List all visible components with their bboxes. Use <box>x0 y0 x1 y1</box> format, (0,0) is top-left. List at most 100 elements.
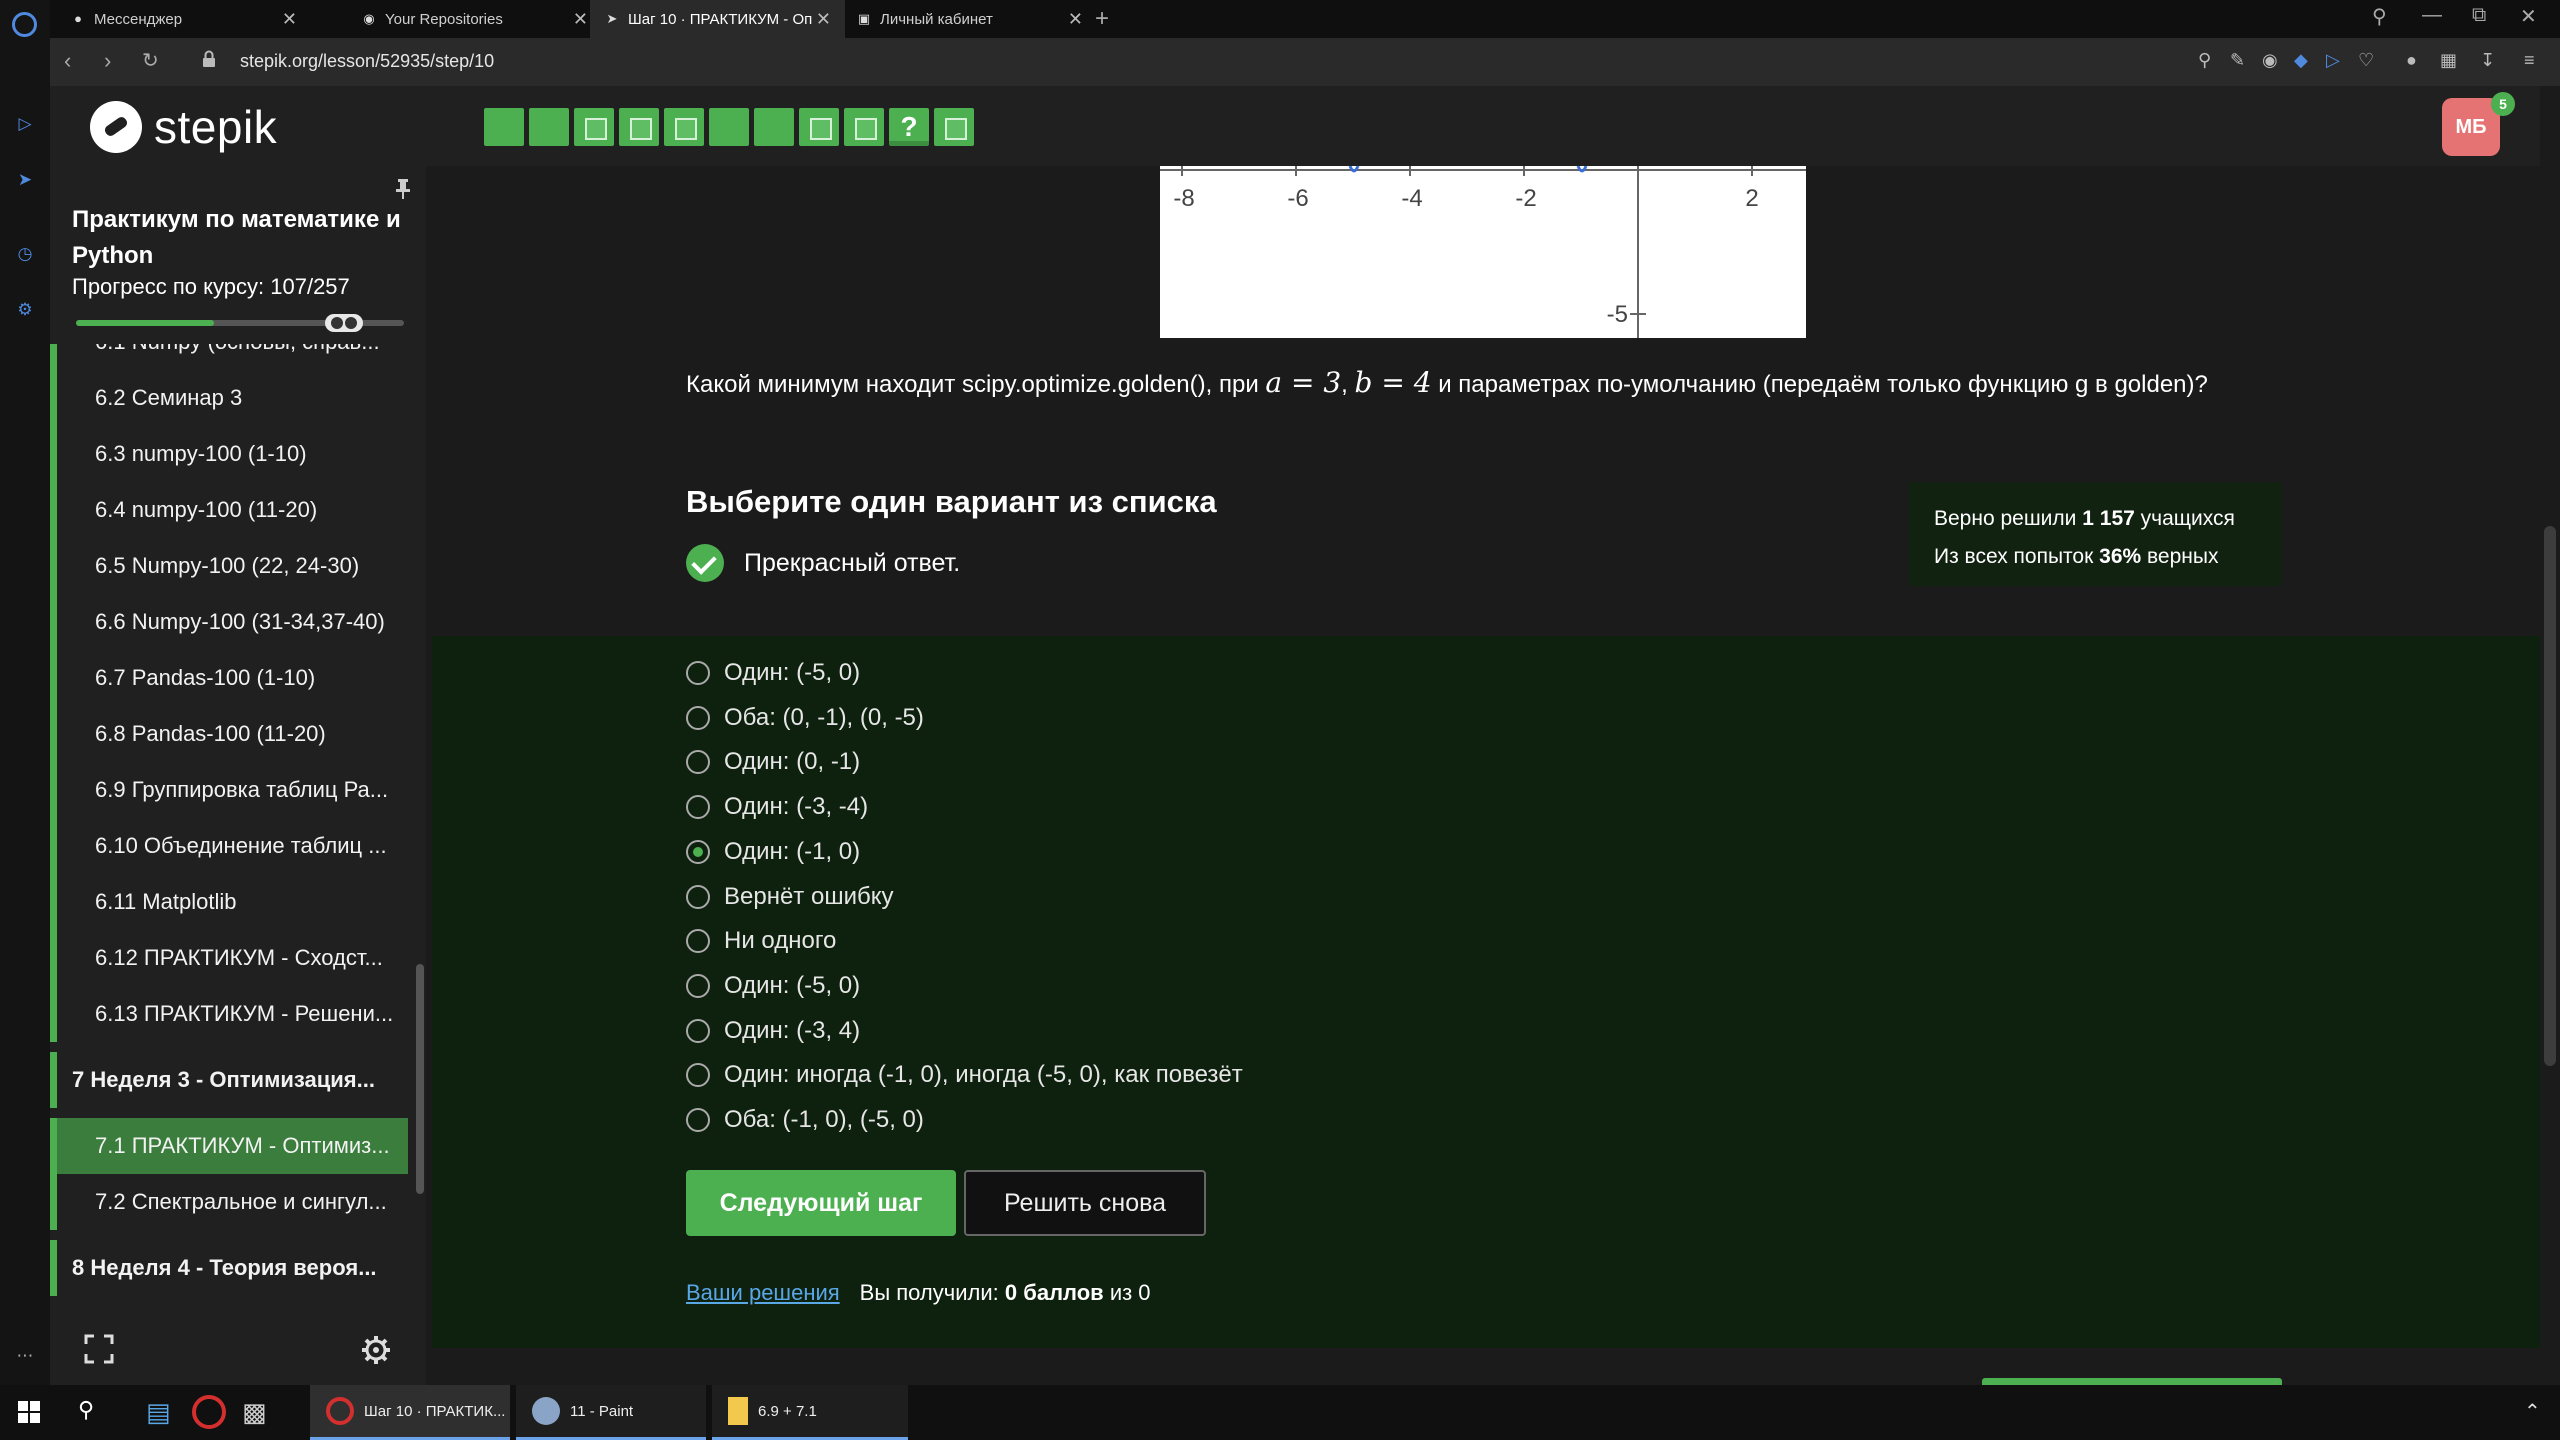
new-tab-button[interactable]: + <box>1095 5 1109 33</box>
tab-github[interactable]: ◉ Your Repositories ✕ <box>347 0 602 38</box>
radio-button[interactable] <box>686 884 710 909</box>
sidebar-lesson-item[interactable]: 7.1 ПРАКТИКУМ - Оптимиз... <box>50 1118 408 1174</box>
send-icon[interactable]: ➤ <box>15 170 35 190</box>
page-scrollbar[interactable] <box>2540 166 2560 1385</box>
sidebar-module-item[interactable]: 7 Неделя 3 - Оптимизация... <box>50 1052 408 1108</box>
settings-icon[interactable]: ⚙ <box>15 300 35 320</box>
radio-button[interactable] <box>686 795 710 820</box>
close-tab-icon[interactable]: ✕ <box>573 9 588 30</box>
answer-option[interactable]: Один: (-5, 0) <box>686 658 860 688</box>
sidebar-lesson-item[interactable]: 6.2 Семинар 3 <box>50 370 408 426</box>
radio-button-checked[interactable] <box>686 839 710 864</box>
radio-button[interactable] <box>686 1018 710 1043</box>
taskbar-opera-window[interactable]: Шаг 10 · ПРАКТИК... <box>310 1385 510 1440</box>
radio-button[interactable] <box>686 750 710 775</box>
download-icon[interactable]: ↧ <box>2480 50 2495 71</box>
radio-button[interactable] <box>686 1063 710 1088</box>
settings-gear-icon[interactable] <box>360 1334 392 1366</box>
opera-logo-icon[interactable] <box>12 12 37 37</box>
radio-button[interactable] <box>686 929 710 954</box>
zoom-icon[interactable]: ⚲ <box>2198 50 2211 71</box>
step-11[interactable] <box>934 108 974 146</box>
radio-button[interactable] <box>686 1108 710 1132</box>
sidebar-lesson-item[interactable]: 6.10 Объединение таблиц ... <box>50 818 408 874</box>
close-tab-icon[interactable]: ✕ <box>282 9 297 30</box>
retry-button[interactable]: Решить снова <box>964 1170 1206 1236</box>
vk-icon[interactable]: ● <box>2406 50 2417 71</box>
step-2[interactable] <box>529 108 569 146</box>
reload-icon[interactable]: ↻ <box>142 48 159 73</box>
edit-icon[interactable]: ✎ <box>2230 50 2245 71</box>
sidebar-lesson-item[interactable]: 7.2 Спектральное и сингул... <box>50 1174 408 1230</box>
restore-icon[interactable]: ⧉ <box>2472 4 2486 27</box>
history-icon[interactable]: ◷ <box>15 244 35 264</box>
easy-setup-icon[interactable]: ≡ <box>2524 50 2535 71</box>
sidebar-lesson-item[interactable]: 6.6 Numpy-100 (31-34,37-40) <box>50 594 408 650</box>
answer-option[interactable]: Один: (-3, 4) <box>686 1016 860 1046</box>
radio-button[interactable] <box>686 705 710 730</box>
minimize-icon[interactable]: — <box>2422 4 2442 27</box>
step-5[interactable] <box>664 108 704 146</box>
close-tab-icon[interactable]: ✕ <box>1068 9 1083 30</box>
sidebar-module-item[interactable]: 8 Неделя 4 - Теория вероя... <box>50 1240 408 1296</box>
step-8[interactable] <box>799 108 839 146</box>
sidebar-lesson-item[interactable]: 6.8 Pandas-100 (11-20) <box>50 706 408 762</box>
answer-option[interactable]: Один: (0, -1) <box>686 747 860 777</box>
radio-button[interactable] <box>686 661 710 685</box>
step-1[interactable] <box>484 108 524 146</box>
answer-option[interactable]: Один: (-3, -4) <box>686 792 868 822</box>
player-icon[interactable]: ▷ <box>15 114 35 134</box>
sidebar-scrollbar[interactable] <box>416 964 424 1194</box>
sidebar-lesson-item[interactable]: 6.13 ПРАКТИКУМ - Решени... <box>50 986 408 1042</box>
opera-taskbar-icon[interactable] <box>192 1395 226 1429</box>
computer-icon[interactable]: ▤ <box>146 1397 171 1428</box>
step-10-current[interactable]: ? <box>889 108 929 146</box>
sidebar-lesson-item[interactable]: 6.11 Matplotlib <box>50 874 408 930</box>
answer-option[interactable]: Оба: (-1, 0), (-5, 0) <box>686 1105 924 1135</box>
notification-badge[interactable]: 5 <box>2491 92 2515 116</box>
close-tab-icon[interactable]: ✕ <box>816 9 831 30</box>
fullscreen-icon[interactable] <box>84 1334 114 1364</box>
sidebar-lesson-item[interactable]: 6.12 ПРАКТИКУМ - Сходст... <box>50 930 408 986</box>
sidebar-lesson-item[interactable]: 6.7 Pandas-100 (1-10) <box>50 650 408 706</box>
progress-toggle[interactable] <box>325 314 363 332</box>
forward-icon[interactable]: › <box>104 48 111 74</box>
taskbar-folder-window[interactable]: 6.9 + 7.1 <box>712 1385 908 1440</box>
step-7[interactable] <box>754 108 794 146</box>
sidebar-lesson-item[interactable]: 6.5 Numpy-100 (22, 24-30) <box>50 538 408 594</box>
flow-icon[interactable]: ▷ <box>2326 50 2340 71</box>
taskbar-paint-window[interactable]: 11 - Paint <box>516 1385 706 1440</box>
next-step-button[interactable]: Следующий шаг <box>686 1170 956 1236</box>
vpn-shield-icon[interactable]: ◆ <box>2294 50 2308 71</box>
your-solutions-link[interactable]: Ваши решения <box>686 1280 840 1306</box>
step-9[interactable] <box>844 108 884 146</box>
answer-option[interactable]: Вернёт ошибку <box>686 882 894 912</box>
step-4[interactable] <box>619 108 659 146</box>
sidebar-lesson-item[interactable]: 6.9 Группировка таблиц Ра... <box>50 762 408 818</box>
stepik-logo[interactable]: stepik <box>90 100 277 154</box>
radio-button[interactable] <box>686 973 710 998</box>
answer-option[interactable]: Один: иногда (-1, 0), иногда (-5, 0), ка… <box>686 1060 1243 1090</box>
sidebar-lesson-item[interactable]: 6.4 numpy-100 (11-20) <box>50 482 408 538</box>
tray-chevron-up-icon[interactable]: ⌃ <box>2524 1399 2541 1424</box>
back-icon[interactable]: ‹ <box>64 48 71 74</box>
answer-option[interactable]: Один: (-1, 0) <box>686 837 860 867</box>
step-3[interactable] <box>574 108 614 146</box>
sidebar-lesson-item[interactable]: 6.3 numpy-100 (1-10) <box>50 426 408 482</box>
url-field[interactable]: stepik.org/lesson/52935/step/10 <box>240 51 494 72</box>
course-title[interactable]: Практикум по математике и Python <box>72 202 412 274</box>
extensions-cube-icon[interactable]: ▦ <box>2440 50 2457 71</box>
windows-start-icon[interactable] <box>18 1401 40 1423</box>
tab-stepik[interactable]: ➤ Шаг 10 · ПРАКТИКУМ - Оп ✕ <box>590 0 845 38</box>
pin-icon[interactable] <box>394 178 412 200</box>
tab-cabinet[interactable]: ▣ Личный кабинет ✕ <box>842 0 1097 38</box>
camera-icon[interactable]: ◉ <box>2262 50 2278 71</box>
page-scrollbar-thumb[interactable] <box>2544 526 2556 1066</box>
heart-icon[interactable]: ♡ <box>2358 50 2374 71</box>
answer-option[interactable]: Ни одного <box>686 926 836 956</box>
step-6[interactable] <box>709 108 749 146</box>
sidebar-lesson-item[interactable]: 6.1 Numpy (основы, справ... <box>50 344 408 370</box>
close-window-icon[interactable]: ✕ <box>2520 4 2537 29</box>
answer-option[interactable]: Один: (-5, 0) <box>686 971 860 1001</box>
answer-option[interactable]: Оба: (0, -1), (0, -5) <box>686 703 924 733</box>
